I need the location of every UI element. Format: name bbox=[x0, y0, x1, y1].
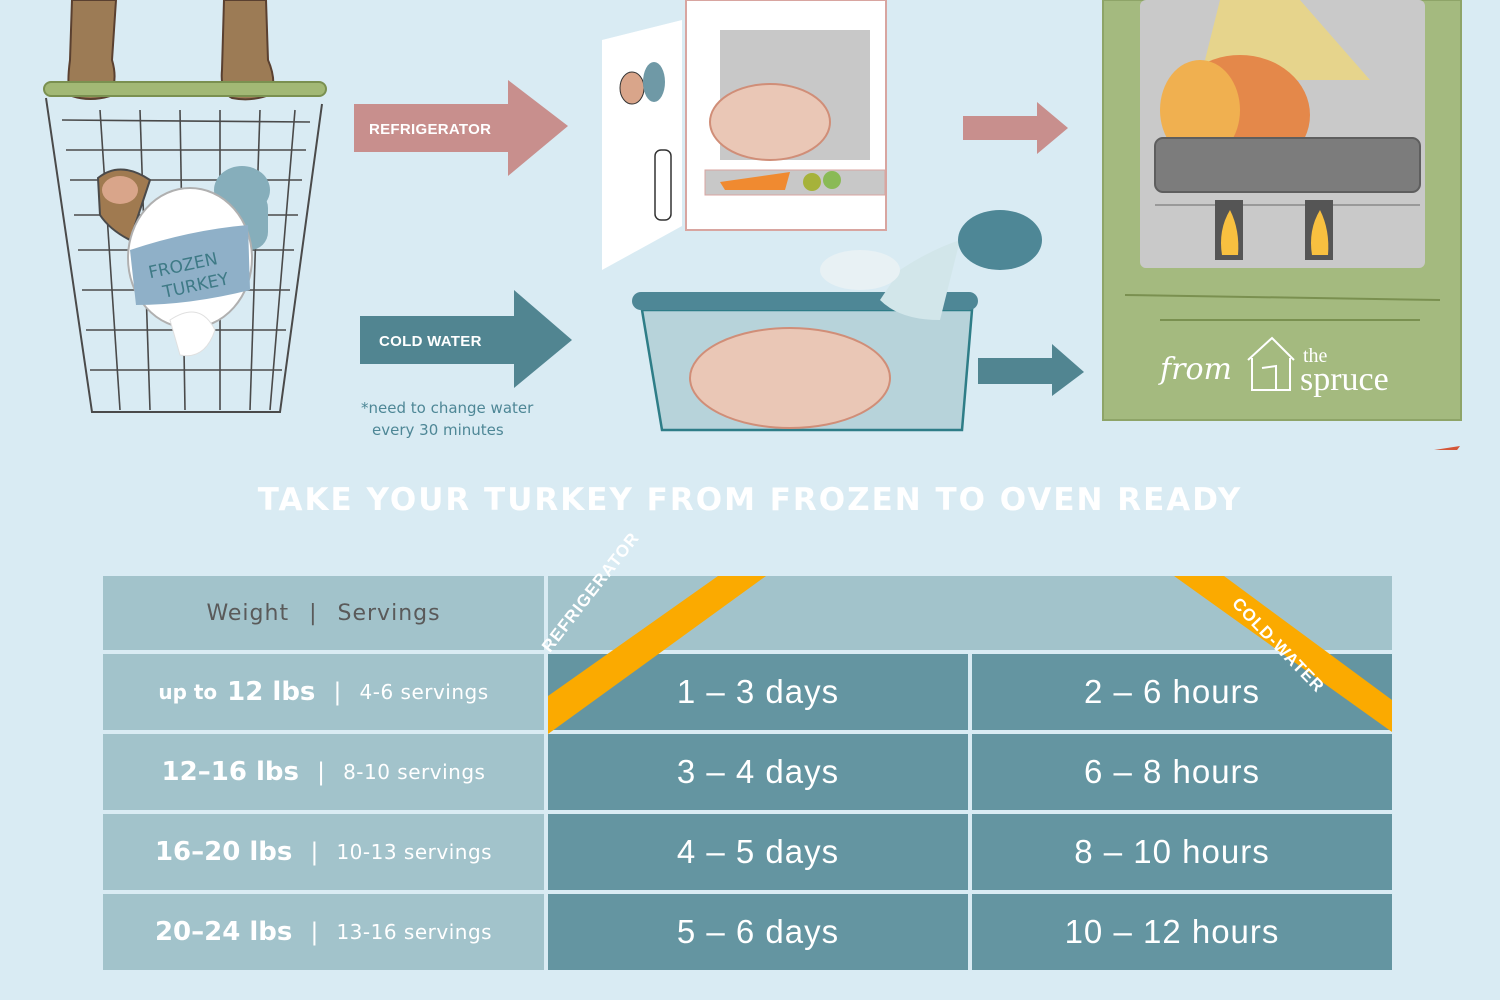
method-ribbons bbox=[548, 576, 1392, 734]
table-row-weight: 12–16 lbs | 8-10 servings bbox=[103, 734, 544, 810]
oven-icon bbox=[1102, 0, 1462, 421]
refrigerator-time: 5 – 6 days bbox=[676, 913, 840, 950]
servings-value: 8-10 servings bbox=[343, 760, 486, 784]
illustration: FROZEN TURKEY bbox=[43, 0, 1462, 450]
refrigerator-time-cell: 5 – 6 days bbox=[548, 894, 968, 970]
cold-water-time: 8 – 10 hours bbox=[1074, 833, 1270, 870]
refrigerator-icon bbox=[602, 0, 887, 270]
header-servings: Servings bbox=[337, 600, 441, 626]
weight-prefix: up to bbox=[158, 680, 218, 704]
cold-water-arrow-label: COLD WATER bbox=[379, 333, 482, 350]
refrigerator-to-oven-arrow-icon bbox=[963, 102, 1068, 154]
table-row-weight: 16–20 lbs | 10-13 servings bbox=[103, 814, 544, 890]
weight-value: 20–24 lbs bbox=[154, 917, 293, 947]
refrigerator-time: 3 – 4 days bbox=[676, 753, 840, 790]
water-change-note-line1: *need to change water bbox=[361, 399, 534, 417]
weight-value: 16–20 lbs bbox=[154, 837, 293, 867]
weight-separator: | bbox=[316, 758, 326, 786]
cold-water-time: 6 – 8 hours bbox=[1083, 753, 1261, 790]
table-row-weight: up to 12 lbs | 4-6 servings bbox=[103, 654, 544, 730]
servings-value: 13-16 servings bbox=[336, 920, 493, 944]
servings-value: 4-6 servings bbox=[359, 680, 489, 704]
cold-water-time-cell: 8 – 10 hours bbox=[972, 814, 1392, 890]
refrigerator-arrow-label: REFRIGERATOR bbox=[369, 121, 492, 138]
refrigerator-time-cell: 4 – 5 days bbox=[548, 814, 968, 890]
shopping-basket-icon bbox=[43, 81, 327, 413]
banner-title: TAKE YOUR TURKEY FROM FROZEN TO OVEN REA… bbox=[257, 482, 1243, 518]
cold-water-time-cell: 10 – 12 hours bbox=[972, 894, 1392, 970]
header-separator: | bbox=[309, 600, 318, 626]
table-row-weight: 20–24 lbs | 13-16 servings bbox=[103, 894, 544, 970]
refrigerator-time: 4 – 5 days bbox=[676, 833, 840, 870]
weight-value: 12 lbs bbox=[227, 677, 316, 707]
title-banner bbox=[1434, 446, 1460, 450]
servings-value: 10-13 servings bbox=[336, 840, 493, 864]
header-weight: Weight bbox=[206, 600, 290, 626]
weight-separator: | bbox=[310, 918, 319, 946]
cold-water-time-cell: 6 – 8 hours bbox=[972, 734, 1392, 810]
water-to-oven-arrow-icon bbox=[978, 344, 1084, 396]
header-weight-servings: Weight | Servings bbox=[103, 576, 544, 650]
logo-from-text: from bbox=[1160, 352, 1232, 387]
water-change-note-line2: every 30 minutes bbox=[372, 421, 504, 439]
logo-spruce-text: spruce bbox=[1300, 361, 1389, 398]
weight-separator: | bbox=[333, 678, 342, 706]
refrigerator-time-cell: 3 – 4 days bbox=[548, 734, 968, 810]
weight-separator: | bbox=[310, 838, 319, 866]
water-tub-icon bbox=[632, 210, 1042, 432]
cold-water-time: 10 – 12 hours bbox=[1064, 913, 1280, 950]
weight-value: 12–16 lbs bbox=[161, 757, 299, 787]
